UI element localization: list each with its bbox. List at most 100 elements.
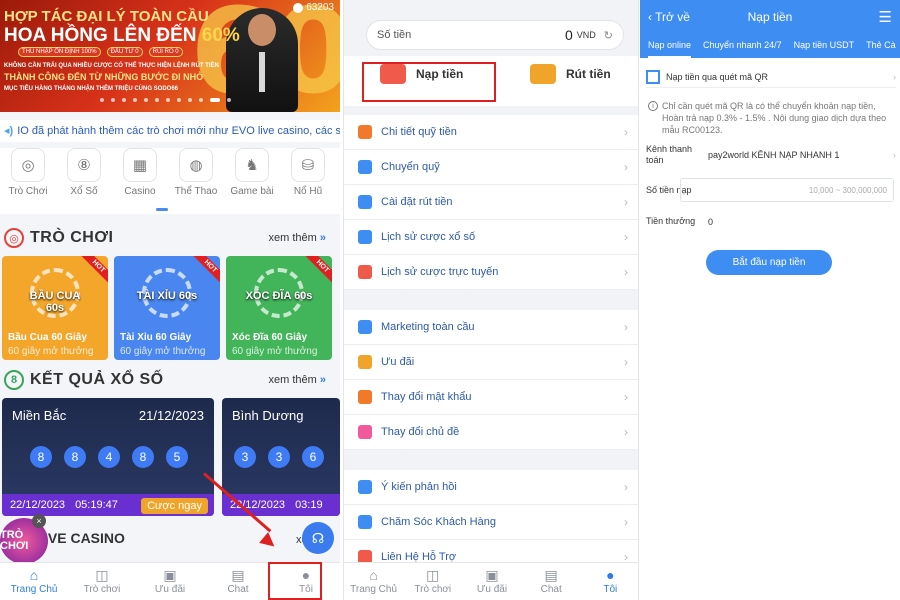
games-section-header: ◎ TRÒ CHƠI xem thêm »: [0, 226, 340, 250]
category-label: Xổ Số: [70, 186, 98, 197]
category-item[interactable]: ◍ Thể Thao: [170, 148, 222, 200]
lottery-section-header: 8 KẾT QUẢ XỔ SỐ xem thêm »: [0, 368, 340, 392]
channel-value: pay2world KÊNH NẠP NHANH 1: [708, 150, 840, 160]
account-screen: Số tiền 0 VND ↻ Nạp tiền Rút tiền Chi ti…: [343, 0, 639, 600]
tab-online[interactable]: Nạp online: [648, 36, 692, 58]
menu-item[interactable]: Chi tiết quỹ tiền ›: [344, 115, 638, 150]
chevron-right-icon: ›: [893, 71, 896, 82]
carousel-dots[interactable]: [100, 98, 231, 102]
lottery-balls: 3 3 6: [234, 446, 324, 468]
tab-label: Ưu đãi: [476, 584, 508, 595]
lottery-ball: 8: [132, 446, 154, 468]
lottery-name: Bình Dương: [232, 408, 304, 423]
menu-item[interactable]: Chăm Sóc Khách Hàng ›: [344, 505, 638, 540]
tab-usdt[interactable]: Nạp tiền USDT: [794, 36, 855, 58]
lottery-more-link[interactable]: xem thêm »: [269, 374, 326, 386]
withdraw-button[interactable]: Rút tiền: [530, 64, 611, 84]
tab-gift[interactable]: ▣ Ưu đãi: [136, 563, 204, 600]
notice-marquee[interactable]: ◂) IO đã phát hành thêm các trò chơi mới …: [0, 120, 340, 142]
banner-person-image: [226, 8, 298, 112]
tab-label: Ưu đãi: [154, 584, 186, 595]
menu-item[interactable]: Cài đặt rút tiền ›: [344, 185, 638, 220]
lottery-date: 21/12/2023: [138, 408, 204, 423]
menu-group-account: Marketing toàn cầu › Ưu đãi › Thay đổi mật k…: [344, 310, 638, 450]
menu-item[interactable]: Thay đổi chủ đề ›: [344, 415, 638, 450]
promo-banner[interactable]: 60 HỢP TÁC ĐẠI LÝ TOÀN CẦU HOA HỒNG LÊN …: [0, 0, 340, 112]
menu-item-label: Thay đổi mật khẩu: [381, 391, 472, 403]
banner-chips: THU NHẬP ỔN ĐỊNH 100% ĐẦU TƯ 0 RỦI RO 0: [18, 47, 183, 57]
banner-line-5: THÀNH CÔNG ĐẾN TỪ NHỮNG BƯỚC ĐI NHỎ: [4, 72, 204, 82]
games-more-link[interactable]: xem thêm »: [269, 232, 326, 244]
menu-item[interactable]: Ý kiến phản hồi ›: [344, 470, 638, 505]
tab-home[interactable]: ⌂ Trang Chủ: [0, 563, 68, 600]
game-card[interactable]: TÀI XỈU 60s HOT Tài Xỉu 60 Giây 60 giây mở …: [114, 256, 220, 360]
tab-fast-transfer[interactable]: Chuyển nhanh 24/7: [703, 36, 782, 58]
chevron-right-icon: ›: [624, 265, 628, 279]
lottery-name: Miền Bắc: [12, 408, 67, 423]
lottery-ball: 8: [30, 446, 52, 468]
menu-item[interactable]: Chuyển quỹ ›: [344, 150, 638, 185]
target-icon: ◎: [11, 148, 45, 182]
menu-group-finance: Chi tiết quỹ tiền › Chuyển quỹ › Cài đặt rút…: [344, 115, 638, 290]
menu-item-label: Ưu đãi: [381, 356, 415, 368]
tab-label: Trò chơi: [414, 584, 452, 595]
game-card[interactable]: XÓC ĐĨA 60s HOT Xóc Đĩa 60 Giây 60 giây mở …: [226, 256, 332, 360]
tab-home[interactable]: ⌂ Trang Chủ: [344, 563, 403, 600]
header: ‹ Trở về Nạp tiền ☰: [640, 0, 900, 36]
lottery-card[interactable]: Miền Bắc 21/12/2023 8 8 4 8 5 22/12/2023…: [2, 398, 214, 516]
start-deposit-button[interactable]: Bắt đầu nạp tiền: [706, 250, 832, 275]
close-icon[interactable]: ×: [32, 514, 46, 528]
menu-item[interactable]: Lịch sử cược trực tuyến ›: [344, 255, 638, 290]
game-subtitle: 60 giây mở thưởng: [232, 346, 318, 357]
lottery-ball: 5: [166, 446, 188, 468]
tab-label: Chat: [540, 584, 562, 595]
menu-item-label: Thay đổi chủ đề: [381, 426, 460, 438]
bet-now-button[interactable]: Cược ngay: [141, 498, 208, 514]
qr-deposit-option[interactable]: Nạp tiền qua quét mã QR ›: [646, 66, 896, 88]
menu-item[interactable]: Lịch sử cược xổ số ›: [344, 220, 638, 255]
home-icon: ⌂: [369, 567, 378, 583]
channel-row[interactable]: Kênh thanh toán pay2world KÊNH NẠP NHANH…: [646, 144, 896, 166]
bonus-value: 0: [708, 216, 714, 227]
tab-chat[interactable]: ▤ Chat: [522, 563, 581, 600]
tab-gamepad[interactable]: ◫ Trò chơi: [68, 563, 136, 600]
category-item[interactable]: ♞ Game bài: [226, 148, 278, 200]
lottery-card[interactable]: Bình Dương 3 3 6 22/12/2023 03:19: [222, 398, 340, 516]
tab-chat[interactable]: ▤ Chat: [204, 563, 272, 600]
hot-badge: HOT: [302, 256, 332, 287]
refresh-icon[interactable]: ↻: [604, 29, 613, 42]
banner-line-2: HOA HỒNG LÊN ĐẾN 60%: [4, 25, 240, 46]
online-count: 63203: [293, 2, 334, 13]
headset-icon[interactable]: ☊: [302, 522, 334, 554]
tab-gamepad[interactable]: ◫ Trò chơi: [403, 563, 462, 600]
jackpot-icon: ⛁: [291, 148, 325, 182]
channel-label: Kênh thanh toán: [646, 144, 693, 165]
menu-item-label: Marketing toàn cầu: [381, 321, 475, 333]
tab-card[interactable]: Thẻ Cà: [866, 36, 896, 58]
category-item[interactable]: ⑧ Xổ Số: [58, 148, 110, 200]
game-card[interactable]: BẦU CUA 60s HOT Bầu Cua 60 Giây 60 giây mở …: [2, 256, 108, 360]
category-item[interactable]: ◎ Trò Chơi: [2, 148, 54, 200]
menu-icon[interactable]: ☰: [879, 8, 892, 26]
amount-input[interactable]: 10,000 ~ 300,000,000: [680, 178, 894, 202]
chevron-right-icon: ›: [624, 480, 628, 494]
lottery-icon: 8: [4, 370, 24, 390]
menu-item-label: Cài đặt rút tiền: [381, 196, 453, 208]
tab-label: Tôi: [603, 584, 618, 595]
hot-badge: HOT: [78, 256, 108, 287]
lottery-ball: 6: [302, 446, 324, 468]
game-title: Bầu Cua 60 Giây: [8, 332, 87, 343]
tab-user[interactable]: ● Tôi: [581, 563, 638, 600]
home-screen: 60 HỢP TÁC ĐẠI LÝ TOÀN CẦU HOA HỒNG LÊN …: [0, 0, 340, 600]
chevron-right-icon: ›: [624, 390, 628, 404]
category-item[interactable]: ▦ Casino: [114, 148, 166, 200]
tab-gift[interactable]: ▣ Ưu đãi: [462, 563, 521, 600]
menu-item[interactable]: Thay đổi mật khẩu ›: [344, 380, 638, 415]
section-title: KẾT QUẢ XỔ SỐ: [30, 371, 164, 388]
tab-label: Chat: [227, 584, 249, 595]
section-title: TRÒ CHƠI: [30, 229, 114, 246]
category-item[interactable]: ⛁ Nổ Hũ: [282, 148, 334, 200]
menu-item[interactable]: Marketing toàn cầu ›: [344, 310, 638, 345]
menu-item[interactable]: Ưu đãi ›: [344, 345, 638, 380]
next-draw-date: 22/12/2023: [10, 499, 66, 511]
